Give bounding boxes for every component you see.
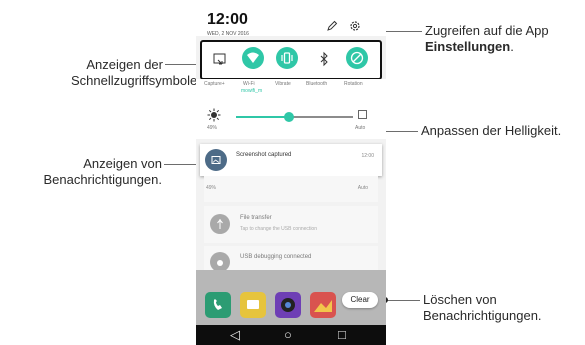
rotation-button[interactable] <box>346 47 370 71</box>
annotation-line: Benachrichtigungen. <box>423 308 542 323</box>
quick-settings-annotation: Anzeigen der Schnellzugriffsymbole. <box>71 57 201 89</box>
image-icon <box>205 149 227 171</box>
settings-annotation: Zugreifen auf die App Einstellungen. <box>425 23 549 55</box>
gallery-app-icon[interactable] <box>310 292 336 318</box>
settings-app-name: Einstellungen <box>425 39 511 54</box>
clear-annotation: Löschen von Benachrichtigungen. <box>423 292 542 324</box>
clock: 12:00 <box>207 11 248 28</box>
home-icon[interactable]: ○ <box>284 327 292 343</box>
wifi-icon <box>242 47 264 69</box>
faded-percent: 49% <box>206 185 217 191</box>
brightness-slider-fill <box>236 116 289 118</box>
auto-brightness-checkbox[interactable] <box>358 110 367 119</box>
clear-button[interactable]: Clear <box>342 292 378 308</box>
messages-app-icon[interactable] <box>240 292 266 318</box>
home-screen-dock: Clear <box>196 270 386 325</box>
bluetooth-icon <box>320 51 328 67</box>
annotation-punct: . <box>510 39 514 54</box>
brightness-slider[interactable] <box>236 112 353 122</box>
annotation-line: Einstellungen. <box>425 39 549 55</box>
notification-time: 12:00 <box>361 153 374 159</box>
phone-app-icon[interactable] <box>205 292 231 318</box>
notifications-annotation: Anzeigen von Benachrichtigungen. <box>31 156 162 188</box>
file-transfer-subtitle: Tap to change the USB connection <box>240 226 317 232</box>
faded-brightness-row: 49% Auto <box>204 176 378 202</box>
brightness-icon <box>207 108 221 122</box>
gear-icon[interactable] <box>349 20 361 32</box>
leader-line <box>385 300 420 301</box>
brightness-annotation: Anpassen der Helligkeit. <box>421 123 562 138</box>
vibrate-icon <box>276 47 298 69</box>
camera-app-icon[interactable] <box>275 292 301 318</box>
rotation-icon <box>346 47 368 69</box>
brightness-percent: 49% <box>207 125 218 131</box>
annotation-line: Benachrichtigungen. <box>43 172 162 187</box>
qs-label: Capture+ <box>204 81 225 87</box>
bug-icon <box>210 252 230 272</box>
notification-card[interactable]: Screenshot captured 12:00 <box>200 144 382 176</box>
capture-plus-button[interactable] <box>208 47 232 71</box>
qs-label: Wi-Fi <box>243 81 255 87</box>
phone-screen: 12:00 WED, 2 NOV 2016 Capture+ Wi-Fi mow… <box>196 0 386 345</box>
back-icon[interactable]: ◁ <box>230 327 240 343</box>
faded-auto-label: Auto <box>357 185 368 191</box>
usb-debugging-notification[interactable]: USB debugging connected <box>204 246 378 272</box>
pencil-icon[interactable] <box>326 20 338 32</box>
brightness-panel: 49% Auto <box>196 99 386 139</box>
annotation-line: Anzeigen der <box>86 57 163 72</box>
auto-brightness-label: Auto <box>355 125 366 131</box>
annotation-line: Zugreifen auf die App <box>425 23 549 38</box>
recents-icon[interactable]: □ <box>338 327 346 343</box>
usb-debugging-title: USB debugging connected <box>240 254 312 260</box>
wifi-network-name: mowifi_m <box>241 88 263 94</box>
file-transfer-title: File transfer <box>240 215 272 221</box>
quick-settings-row <box>200 40 382 80</box>
date-label: WED, 2 NOV 2016 <box>207 31 249 37</box>
annotation-line: Anzeigen von <box>83 156 162 171</box>
qs-label: Vibrate <box>275 81 291 87</box>
navigation-bar: ◁ ○ □ <box>196 325 386 345</box>
annotation-line: Schnellzugriffsymbole. <box>71 73 201 88</box>
usb-icon <box>210 214 230 234</box>
qs-label: Rotation <box>344 81 363 87</box>
brightness-slider-thumb[interactable] <box>283 112 294 122</box>
capture-plus-icon <box>213 53 226 65</box>
annotation-line: Löschen von <box>423 292 497 307</box>
status-area: 12:00 WED, 2 NOV 2016 <box>196 0 386 37</box>
wifi-button[interactable] <box>242 47 266 71</box>
vibrate-button[interactable] <box>276 47 300 71</box>
file-transfer-notification[interactable]: File transfer Tap to change the USB conn… <box>204 206 378 243</box>
quick-settings-labels: Capture+ Wi-Fi mowifi_m Vibrate Bluetoot… <box>196 79 386 99</box>
leader-line <box>165 64 199 65</box>
notification-title: Screenshot captured <box>236 152 292 158</box>
qs-label: Bluetooth <box>306 81 328 87</box>
bluetooth-button[interactable] <box>312 47 336 71</box>
